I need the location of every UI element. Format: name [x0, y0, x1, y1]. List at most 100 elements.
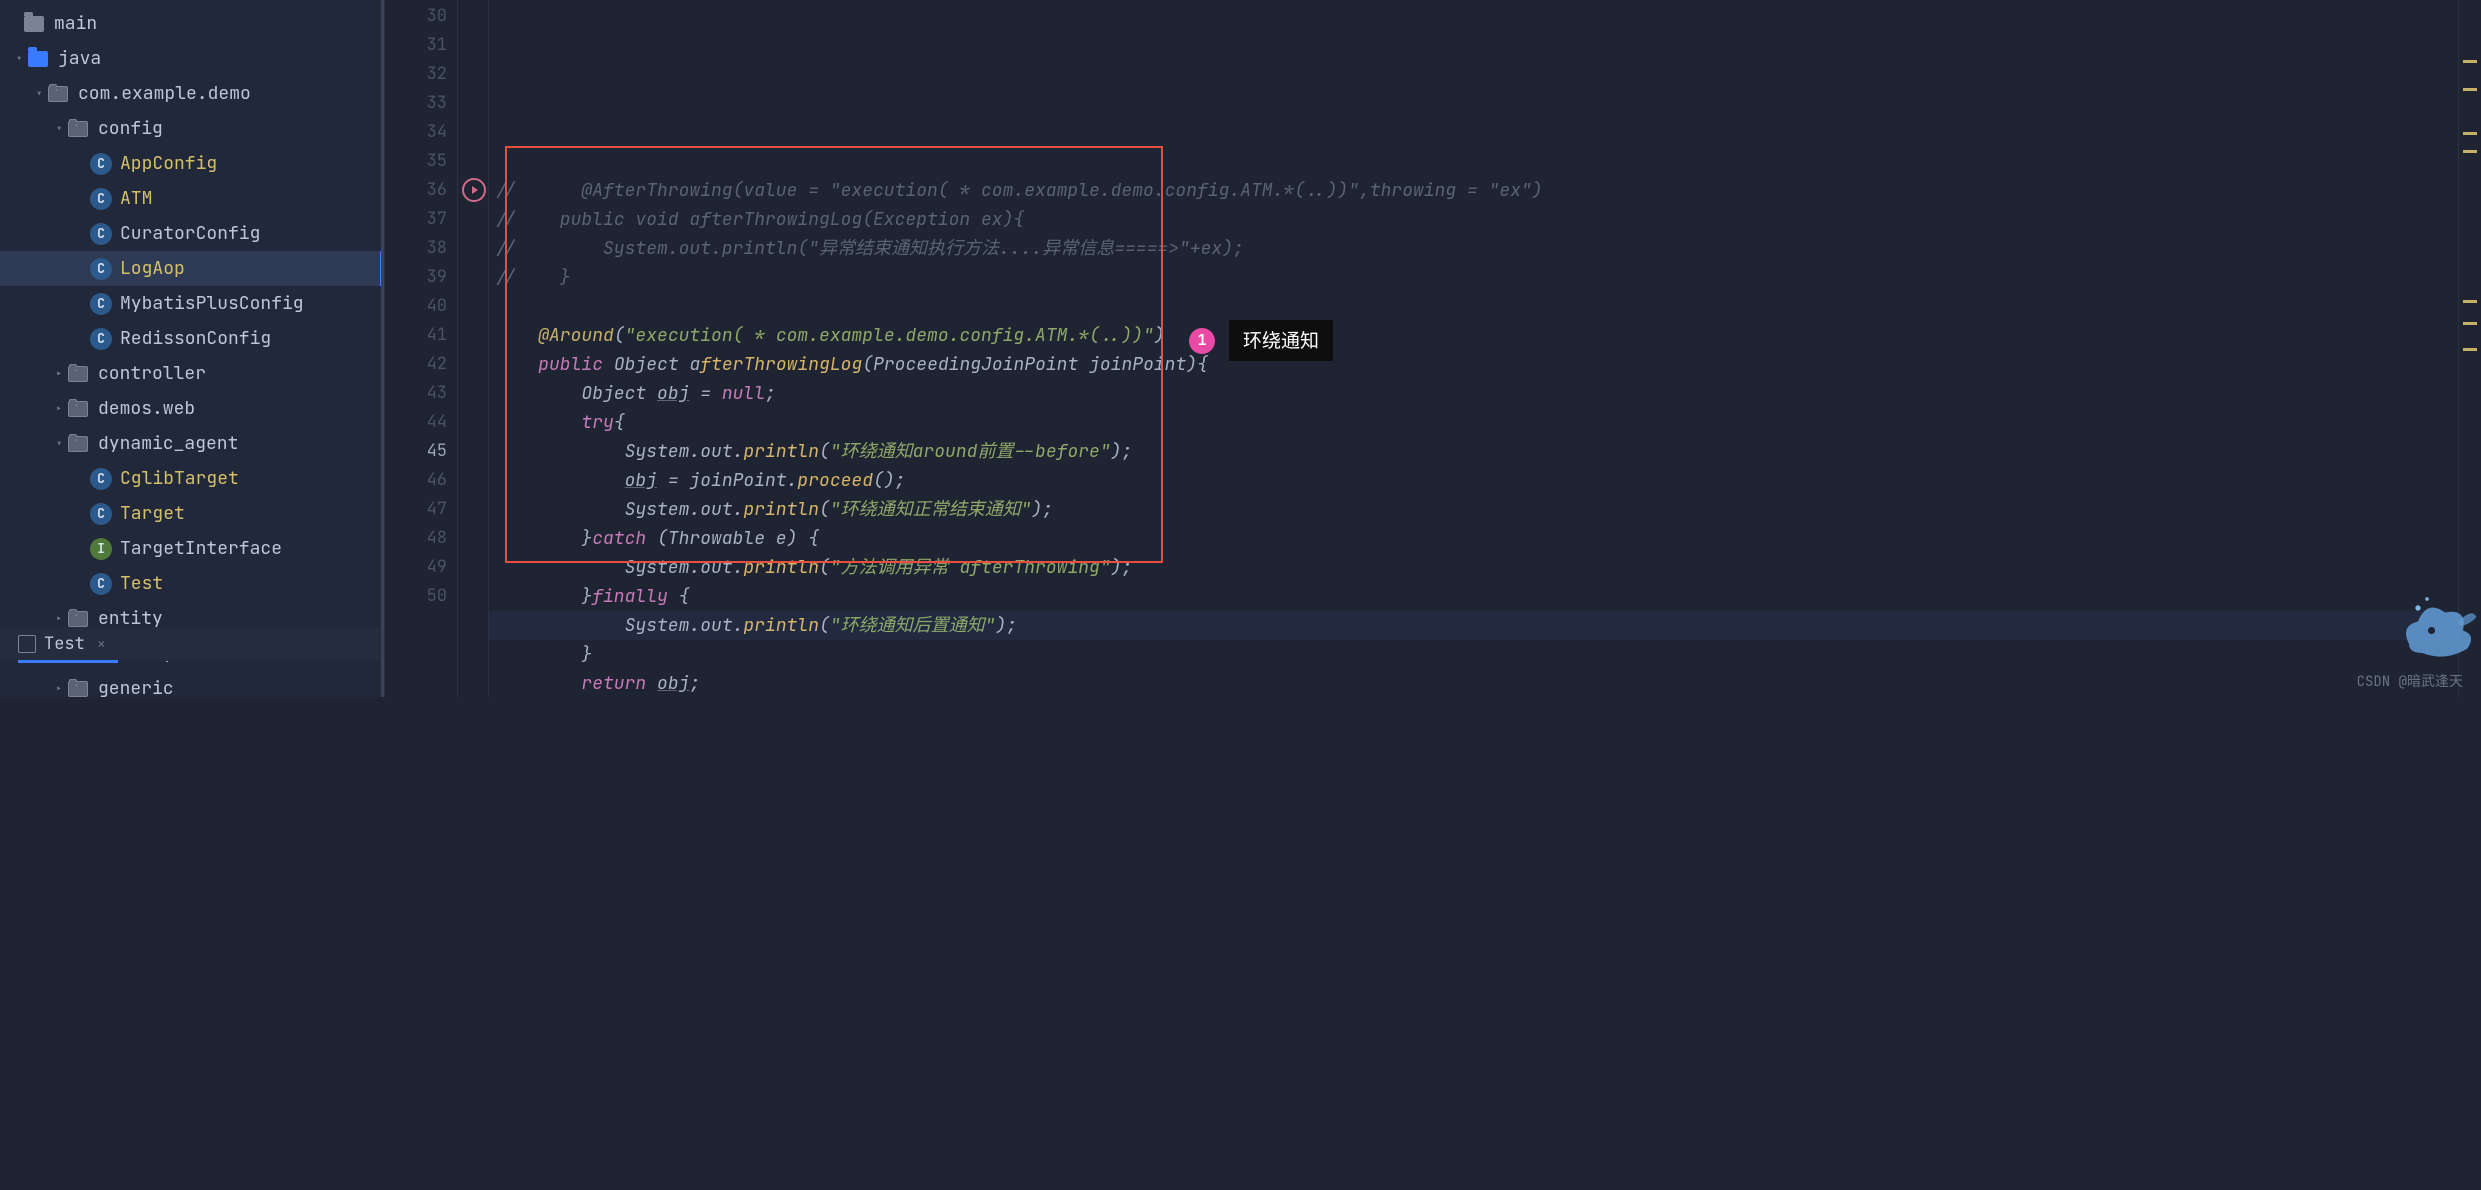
tree-node-pkg-root[interactable]: ▸ com.example.demo [0, 76, 384, 111]
package-icon [68, 611, 88, 627]
scroll-marker [2463, 60, 2477, 63]
expand-icon[interactable]: ▸ [50, 680, 68, 697]
code-line[interactable]: System.out.println("环绕通知后置通知"); [489, 611, 2458, 640]
tree-node-class[interactable]: C CuratorConfig [0, 216, 384, 251]
tree-label: generic [98, 677, 174, 697]
tree-label: AppConfig [120, 152, 217, 175]
tree-label: MybatisPlusConfig [120, 292, 304, 315]
code-line[interactable]: // @AfterThrowing(value = "execution( * … [489, 176, 2458, 205]
tree-node-class[interactable]: C Test [0, 566, 384, 601]
code-line[interactable]: }finally { [489, 582, 2458, 611]
watermark: CSDN @暗武逢天 [2357, 671, 2463, 691]
line-number: 49 [385, 553, 457, 582]
project-sidebar: ▸ main ▸ java ▸ com.example.demo ▸ confi… [0, 0, 385, 697]
tree-label: CuratorConfig [120, 222, 260, 245]
class-icon: C [90, 223, 112, 245]
editor-tab-test[interactable]: Test × [18, 627, 106, 661]
code-line[interactable]: // } [489, 263, 2458, 292]
tree-label: config [98, 117, 163, 140]
tree-node-demos-web[interactable]: ▸ demos.web [0, 391, 384, 426]
line-number: 31 [385, 31, 457, 60]
line-number: 38 [385, 234, 457, 263]
code-line[interactable]: try{ [489, 408, 2458, 437]
file-icon [18, 635, 36, 653]
code-line[interactable]: @Around("execution( * com.example.demo.c… [489, 321, 2458, 350]
tree-label: java [58, 47, 101, 70]
tree-node-class[interactable]: C Target [0, 496, 384, 531]
line-number: 43 [385, 379, 457, 408]
line-number: 35 [385, 147, 457, 176]
expand-icon[interactable]: ▸ [11, 50, 28, 68]
class-icon: C [90, 153, 112, 175]
class-icon: C [90, 468, 112, 490]
tree-node-class[interactable]: C MybatisPlusConfig [0, 286, 384, 321]
tree-node-main[interactable]: ▸ main [0, 6, 384, 41]
tree-node-class[interactable]: C CglibTarget [0, 461, 384, 496]
code-line[interactable]: }catch (Throwable e) { [489, 524, 2458, 553]
class-icon: C [90, 573, 112, 595]
code-editor[interactable]: // @AfterThrowing(value = "execution( * … [489, 0, 2458, 697]
line-number: 42 [385, 350, 457, 379]
expand-icon[interactable]: ▸ [51, 120, 68, 138]
code-line[interactable]: } [489, 640, 2458, 669]
package-icon [68, 436, 88, 452]
tab-underline [18, 660, 118, 663]
annotation-number: 1 [1189, 328, 1215, 354]
line-number: 40 [385, 292, 457, 321]
folder-icon [24, 16, 44, 32]
line-number: 39 [385, 263, 457, 292]
tree-node-class[interactable]: C ATM [0, 181, 384, 216]
recursive-call-icon[interactable] [462, 178, 486, 202]
tree-node-config[interactable]: ▸ config [0, 111, 384, 146]
mascot-icon [2391, 581, 2481, 671]
interface-icon: I [90, 538, 112, 560]
expand-icon[interactable]: ▸ [50, 610, 68, 627]
code-line[interactable]: obj = joinPoint.proceed(); [489, 466, 2458, 495]
tree-node-java[interactable]: ▸ java [0, 41, 384, 76]
expand-icon[interactable]: ▸ [50, 365, 68, 382]
class-icon: C [90, 503, 112, 525]
line-number: 50 [385, 582, 457, 611]
annotation-bubble: 1 环绕通知 [1189, 320, 1333, 361]
package-icon [48, 86, 68, 102]
expand-icon[interactable]: ▸ [31, 85, 48, 103]
line-number: 30 [385, 2, 457, 31]
tree-label: RedissonConfig [120, 327, 271, 350]
line-number: 33 [385, 89, 457, 118]
code-line[interactable]: public Object afterThrowingLog(Proceedin… [489, 350, 2458, 379]
tree-node-interface[interactable]: I TargetInterface [0, 531, 384, 566]
line-number: 41 [385, 321, 457, 350]
tree-node-dynamic-agent[interactable]: ▸ dynamic_agent [0, 426, 384, 461]
code-line[interactable]: System.out.println("环绕通知正常结束通知"); [489, 495, 2458, 524]
code-line[interactable]: System.out.println("环绕通知around前置--before… [489, 437, 2458, 466]
project-tree[interactable]: ▸ main ▸ java ▸ com.example.demo ▸ confi… [0, 0, 384, 697]
line-number: 32 [385, 60, 457, 89]
line-number: 34 [385, 118, 457, 147]
close-icon[interactable]: × [97, 634, 106, 654]
scroll-marker [2463, 300, 2477, 303]
class-icon: C [90, 188, 112, 210]
code-line[interactable]: // public void afterThrowingLog(Exceptio… [489, 205, 2458, 234]
tree-label: TargetInterface [120, 537, 282, 560]
ide-root: ▸ main ▸ java ▸ com.example.demo ▸ confi… [0, 0, 2481, 697]
code-line[interactable]: System.out.println("方法调用异常 afterThrowing… [489, 553, 2458, 582]
code-line[interactable]: Object obj = null; [489, 379, 2458, 408]
class-icon: C [90, 328, 112, 350]
tree-node-class[interactable]: C RedissonConfig [0, 321, 384, 356]
tree-node-class-selected[interactable]: C LogAop [0, 251, 384, 286]
editor-area: 3031323334353637383940414243444546474849… [385, 0, 2481, 697]
code-line[interactable] [489, 292, 2458, 321]
tree-node-generic[interactable]: ▸ generic [0, 671, 384, 697]
line-number: 48 [385, 524, 457, 553]
tree-node-controller[interactable]: ▸ controller [0, 356, 384, 391]
expand-icon[interactable]: ▸ [51, 435, 68, 453]
package-icon [68, 681, 88, 697]
tree-node-class[interactable]: C AppConfig [0, 146, 384, 181]
code-line[interactable]: // System.out.println("异常结束通知执行方法....异常信… [489, 234, 2458, 263]
class-icon: C [90, 293, 112, 315]
tree-label: demos.web [98, 397, 195, 420]
expand-icon[interactable]: ▸ [50, 400, 68, 417]
tree-label: com.example.demo [78, 82, 251, 105]
code-line[interactable]: return obj; [489, 669, 2458, 697]
tree-label: LogAop [120, 257, 185, 280]
